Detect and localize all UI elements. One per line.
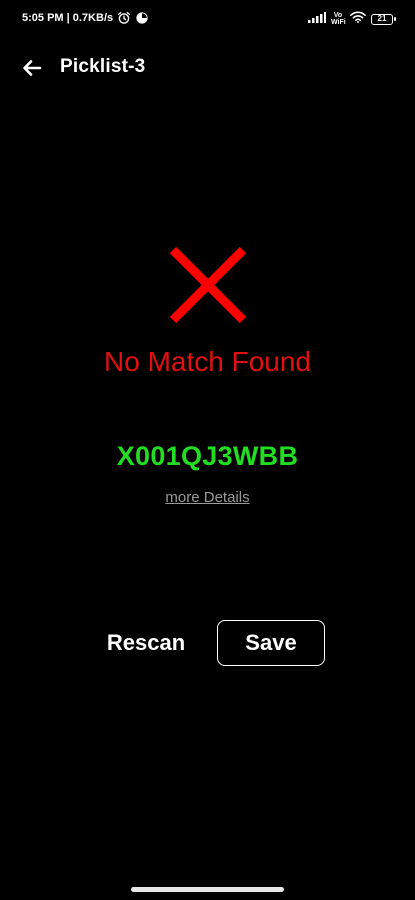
- more-details-container: more Details: [0, 489, 415, 506]
- back-button[interactable]: [18, 54, 46, 82]
- scan-code: X001QJ3WBB: [116, 441, 299, 471]
- app-notification-icon: [135, 11, 149, 25]
- cross-icon: [167, 244, 249, 326]
- wifi-icon: [350, 10, 366, 28]
- status-time-speed: 5:05 PM | 0.7KB/s: [22, 12, 114, 24]
- save-button[interactable]: Save: [217, 620, 325, 666]
- status-right: Vo WiFi 21: [308, 10, 396, 28]
- result-message: No Match Found: [104, 346, 311, 377]
- home-indicator[interactable]: [131, 887, 284, 892]
- more-details-link[interactable]: more Details: [165, 489, 249, 506]
- alarm-icon: [117, 11, 131, 25]
- volte-line1: Vo: [333, 12, 343, 19]
- rescan-button[interactable]: Rescan: [94, 620, 198, 666]
- signal-icon: [308, 10, 326, 28]
- battery-icon: 21: [371, 13, 396, 25]
- page-title: Picklist-3: [60, 56, 146, 77]
- arrow-left-icon: [23, 60, 42, 76]
- battery-level: 21: [377, 13, 387, 23]
- status-left: 5:05 PM | 0.7KB/s: [22, 11, 149, 25]
- status-bar: 5:05 PM | 0.7KB/s Vo WiFi 21: [0, 0, 415, 36]
- app-bar: Picklist-3: [0, 46, 415, 90]
- volte-line2: WiFi: [331, 19, 346, 26]
- navigation-bar: [0, 866, 415, 900]
- volte-icon: Vo WiFi: [331, 12, 346, 26]
